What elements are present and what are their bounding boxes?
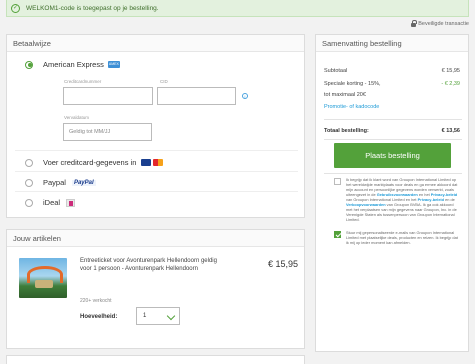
total-row: Totaal bestelling: € 13,56 xyxy=(324,128,460,134)
paypal-icon: PayPal xyxy=(71,179,96,186)
card-number-input[interactable] xyxy=(63,87,153,105)
terms-checkbox[interactable] xyxy=(334,178,341,185)
terms-text: Ik begrijp dat ik klant word van Groupon… xyxy=(346,177,458,222)
divider xyxy=(15,191,298,192)
total-label: Totaal bestelling: xyxy=(324,128,369,134)
expiry-label: Vervaldatum xyxy=(64,115,90,120)
quantity-value: 1 xyxy=(143,313,147,319)
ideal-radio[interactable] xyxy=(25,198,33,207)
divider xyxy=(15,150,298,151)
newsletter-text: Stuur mij gepersonaliseerde e-mails van … xyxy=(346,230,458,245)
payment-option-paypal[interactable]: Paypal PayPal xyxy=(25,178,96,187)
divider xyxy=(324,173,462,174)
divider xyxy=(324,139,462,140)
place-order-button[interactable]: Plaats bestelling xyxy=(334,143,451,168)
cid-input[interactable] xyxy=(157,87,236,105)
paypal-radio[interactable] xyxy=(25,178,33,187)
quantity-select[interactable]: 1 xyxy=(136,307,180,325)
amex-radio[interactable] xyxy=(25,60,33,69)
success-banner: ✓ WELKOM1-code is toegepast op je bestel… xyxy=(6,0,469,17)
subtotal-value: € 15,95 xyxy=(441,68,460,74)
payment-option-amex[interactable]: American Express AMEX xyxy=(25,60,120,69)
amex-label: American Express xyxy=(43,60,104,69)
payment-option-creditcard[interactable]: Voer creditcard-gegevens in xyxy=(25,158,164,167)
product-price: € 15,95 xyxy=(268,259,299,269)
creditcard-label: Voer creditcard-gegevens in xyxy=(43,158,137,167)
creditcard-radio[interactable] xyxy=(25,158,33,167)
success-message: WELKOM1-code is toegepast op je bestelli… xyxy=(26,4,159,12)
discount-row: Speciale korting - 15%, - € 2,39 xyxy=(324,81,460,87)
newsletter-checkbox[interactable] xyxy=(334,231,341,238)
paypal-label: Paypal xyxy=(43,178,66,187)
product-image xyxy=(19,258,67,298)
sold-count: 220+ verkocht xyxy=(80,298,112,304)
order-summary-panel: Samenvatting bestelling Subtotaal € 15,9… xyxy=(315,34,469,352)
subtotal-label: Subtotaal xyxy=(324,68,348,74)
items-title: Jouw artikelen xyxy=(7,230,304,247)
items-panel: Jouw artikelen Entreeticket voor Avontur… xyxy=(6,229,305,349)
summary-title: Samenvatting bestelling xyxy=(316,35,468,52)
discount-label: Speciale korting - 15%, xyxy=(324,81,381,87)
divider xyxy=(15,171,298,172)
lock-icon xyxy=(411,20,418,27)
checkmark-icon: ✓ xyxy=(11,3,20,13)
quantity-label: Hoeveelheid: xyxy=(80,314,118,320)
expiry-input[interactable]: Geldig tot MM/JJ xyxy=(63,123,152,141)
total-value: € 13,56 xyxy=(441,128,460,134)
card-number-label: Creditcardnummer xyxy=(64,79,102,84)
visa-icon xyxy=(141,159,152,166)
chevron-down-icon xyxy=(166,311,176,321)
subtotal-row: Subtotaal € 15,95 xyxy=(324,68,460,74)
mastercard-icon xyxy=(153,159,164,166)
promo-code-link[interactable]: Promotie- of kadocode xyxy=(324,104,379,110)
info-icon[interactable]: i xyxy=(242,93,248,99)
payment-option-ideal[interactable]: iDeal xyxy=(25,198,76,207)
ideal-icon xyxy=(66,198,76,207)
cid-label: CID xyxy=(160,79,168,84)
discount-note: tot maximaal 20€ xyxy=(324,92,366,98)
payment-title: Betaalwijze xyxy=(7,35,304,52)
secure-transaction: Beveiligde transactie xyxy=(411,20,469,27)
discount-value: - € 2,39 xyxy=(441,81,460,87)
divider xyxy=(324,119,462,120)
product-title: Entreeticket voor Avonturenpark Hellendo… xyxy=(80,258,217,272)
discount-note-row: tot maximaal 20€ xyxy=(324,92,460,98)
secure-label: Beveiligde transactie xyxy=(418,21,469,27)
ideal-label: iDeal xyxy=(43,198,61,207)
payment-panel: Betaalwijze American Express AMEX Credit… xyxy=(6,34,305,218)
amex-icon: AMEX xyxy=(107,61,120,68)
extra-panel xyxy=(6,355,305,364)
